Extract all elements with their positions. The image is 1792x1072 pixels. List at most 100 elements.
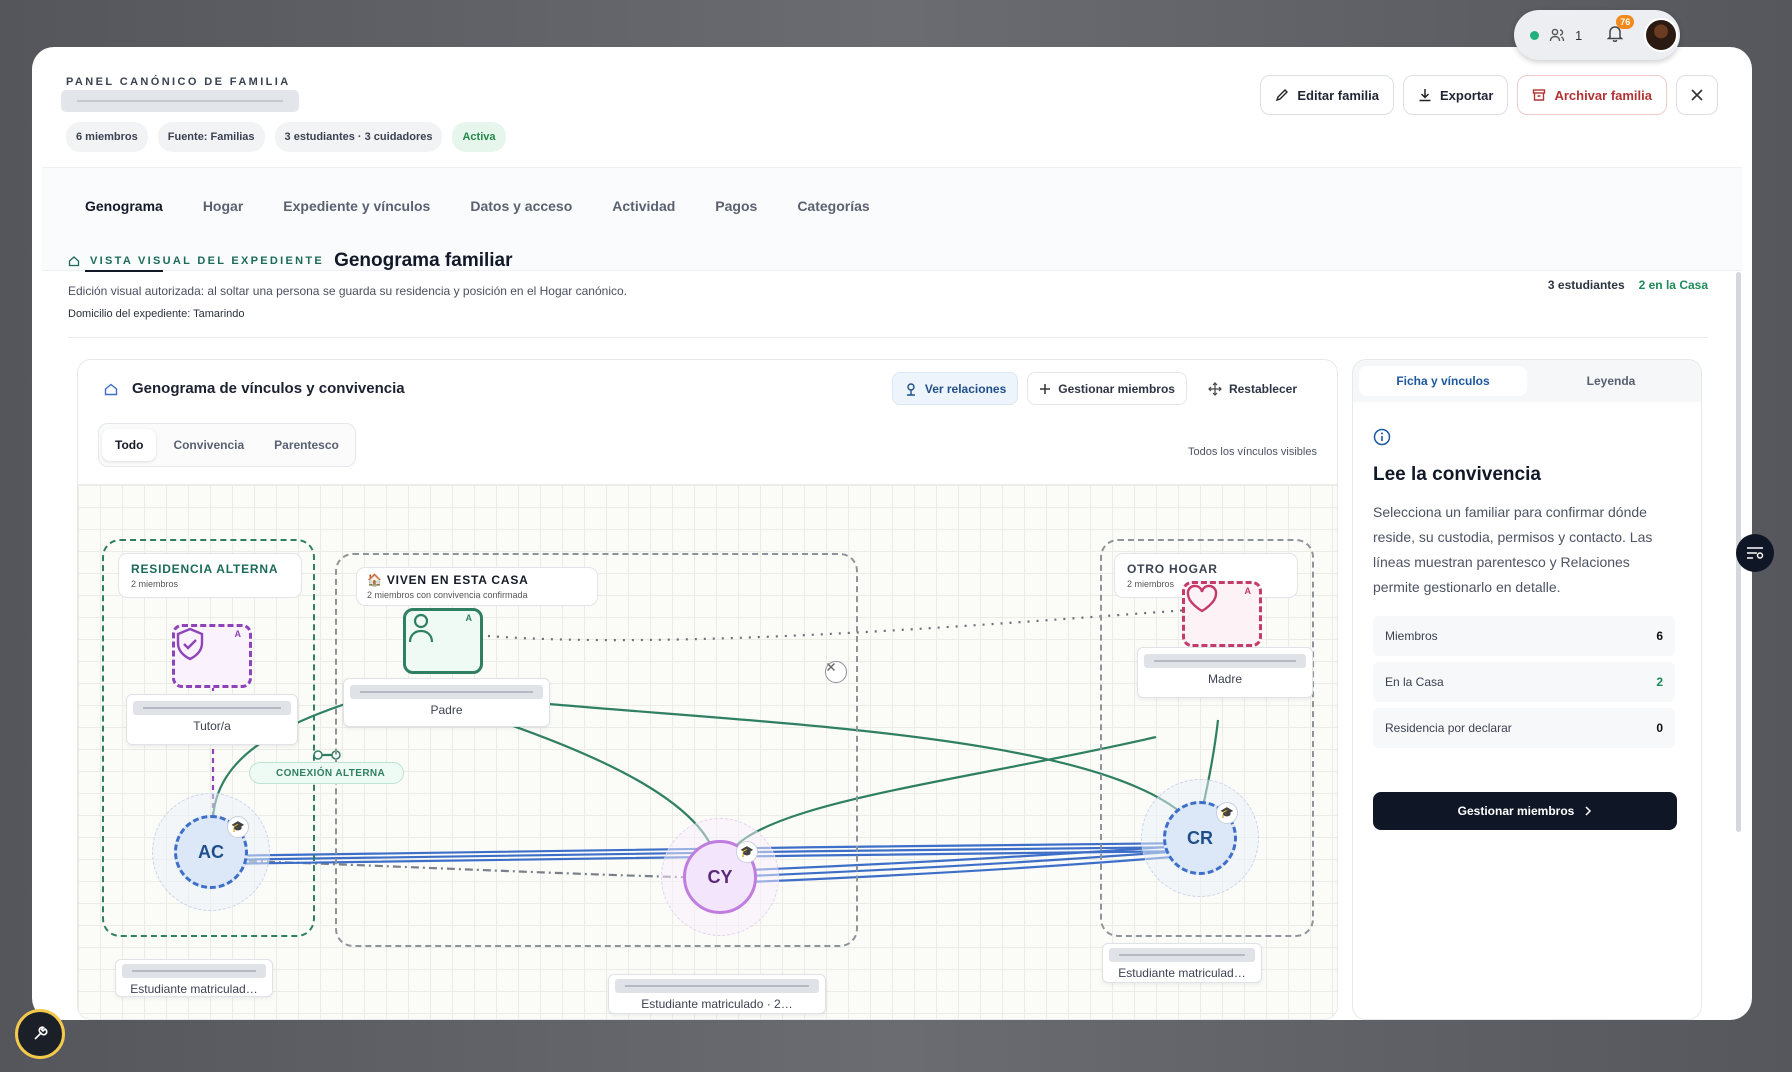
tools-button[interactable] (15, 1009, 65, 1059)
ac-label: Estudiante matriculad… (130, 982, 258, 996)
stat-row-home: En la Casa 2 (1373, 662, 1675, 702)
padre-card[interactable]: Padre (343, 678, 550, 727)
pencil-icon (1276, 89, 1289, 102)
home-stat: 2 en la Casa (1638, 278, 1708, 292)
filter-segmented: Todo Convivencia Parentesco (98, 423, 356, 467)
side-title: Lee la convivencia (1373, 464, 1541, 485)
download-icon (1419, 89, 1431, 102)
tutor-node[interactable]: A (172, 624, 252, 688)
side-text: Selecciona un familiar para confirmar dó… (1373, 504, 1653, 595)
chip-source: Fuente: Familias (157, 122, 265, 152)
heart-icon (1186, 584, 1218, 613)
tab-categorias[interactable]: Categorías (797, 168, 869, 272)
filter-parentesco[interactable]: Parentesco (261, 429, 352, 461)
redacted-name (133, 701, 291, 715)
chip-students: 3 estudiantes · 3 cuidadores (274, 122, 443, 152)
notifications-button[interactable]: 76 (1606, 14, 1635, 47)
archive-icon (1533, 89, 1546, 101)
other-title: OTRO HOGAR (1127, 562, 1218, 576)
cr-initials: CR (1187, 827, 1213, 848)
chip-members: 6 miembros (66, 122, 148, 152)
stat-label: Miembros (1385, 629, 1438, 643)
ac-node[interactable]: AC 🎓 (174, 815, 249, 889)
alt-title: RESIDENCIA ALTERNA (131, 562, 279, 576)
stat-row-undeclared: Residencia por declarar 0 (1373, 708, 1675, 748)
filter-list-icon (1747, 547, 1764, 559)
stat-value: 2 (1656, 675, 1663, 689)
filter-todo[interactable]: Todo (102, 429, 157, 461)
cr-card[interactable]: Estudiante matriculad… (1102, 943, 1262, 983)
madre-card[interactable]: Madre (1137, 647, 1313, 698)
padre-node[interactable]: A (403, 608, 483, 674)
chevron-right-icon (1585, 806, 1592, 816)
genogram-panel: Genograma de vínculos y convivencia Ver … (77, 359, 1338, 1020)
notification-badge: 76 (1616, 14, 1635, 29)
genogram-canvas[interactable]: RESIDENCIA ALTERNA 2 miembros 🏠 VIVEN EN… (78, 484, 1337, 1019)
redacted-name (350, 685, 543, 699)
section-title: Genograma familiar (334, 250, 513, 271)
export-button[interactable]: Exportar (1402, 75, 1509, 115)
group-label-alt: RESIDENCIA ALTERNA 2 miembros (118, 553, 302, 598)
side-drawer-button[interactable] (1736, 534, 1774, 572)
alt-count: 2 miembros (131, 579, 179, 589)
cy-node[interactable]: CY 🎓 (683, 840, 758, 914)
connector-dot (313, 750, 323, 760)
plus-icon (1040, 383, 1051, 394)
archive-family-button[interactable]: Archivar familia (1517, 75, 1667, 115)
madre-node[interactable]: A (1182, 581, 1262, 647)
cr-node[interactable]: CR 🎓 (1163, 801, 1238, 875)
section-domicile: Domicilio del expediente: Tamarindo (68, 308, 245, 320)
stat-value: 0 (1656, 721, 1663, 735)
chips: 6 miembros Fuente: Familias 3 estudiante… (66, 122, 506, 152)
ac-card[interactable]: Estudiante matriculad… (115, 959, 273, 997)
genogram-title: Genograma de vínculos y convivencia (132, 380, 405, 397)
home-title: 🏠 VIVEN EN ESTA CASA (367, 573, 529, 587)
tab-ficha[interactable]: Ficha y vínculos (1359, 366, 1527, 396)
family-panel: PANEL CANÓNICO DE FAMILIA 6 miembros Fue… (32, 47, 1752, 1020)
status-bar: 1 76 (1514, 10, 1680, 60)
manage-members-primary-button[interactable]: Gestionar miembros (1373, 792, 1677, 830)
shield-icon (176, 627, 204, 661)
remove-icon[interactable] (825, 661, 847, 683)
edit-family-label: Editar familia (1297, 87, 1379, 103)
divider (68, 337, 1708, 338)
view-relations-button[interactable]: Ver relaciones (891, 372, 1019, 405)
cy-initials: CY (707, 866, 733, 887)
group-label-home: 🏠 VIVEN EN ESTA CASA 2 miembros con conv… (356, 567, 598, 606)
stat-label: Residencia por declarar (1385, 721, 1512, 735)
manage-members-label: Gestionar miembros (1058, 381, 1175, 396)
close-button[interactable] (1676, 75, 1718, 115)
students-stat: 3 estudiantes (1547, 278, 1625, 292)
home-count: 2 miembros con convivencia confirmada (367, 590, 528, 600)
cy-card[interactable]: Estudiante matriculado · 2… (608, 974, 826, 1014)
avatar[interactable] (1644, 18, 1679, 52)
home-icon (68, 256, 80, 267)
move-icon (1208, 381, 1222, 396)
user-pin-icon (906, 382, 915, 396)
tutor-card[interactable]: Tutor/a (126, 694, 298, 745)
online-dot (1530, 30, 1539, 40)
tab-pagos[interactable]: Pagos (715, 168, 757, 272)
redacted-name (1109, 948, 1255, 962)
filter-convivencia[interactable]: Convivencia (160, 429, 257, 461)
manage-members-button[interactable]: Gestionar miembros (1027, 372, 1187, 405)
graduation-cap-icon: 🎓 (1216, 802, 1238, 824)
status-badge: Activa (452, 122, 506, 152)
reset-label: Restablecer (1228, 381, 1297, 396)
export-label: Exportar (1439, 87, 1494, 103)
reset-button[interactable]: Restablecer (1195, 372, 1309, 405)
node-badge: A (465, 613, 473, 623)
redacted-name (1144, 654, 1306, 668)
redacted-name (122, 964, 266, 978)
graduation-cap-icon: 🎓 (736, 841, 758, 863)
online-count: 1 (1575, 27, 1583, 43)
tab-actividad[interactable]: Actividad (612, 168, 675, 272)
visible-note: Todos los vínculos visibles (1187, 446, 1317, 458)
cr-label: Estudiante matriculad… (1118, 966, 1246, 980)
stat-row-members: Miembros 6 (1373, 616, 1675, 656)
users-icon[interactable] (1549, 27, 1565, 43)
edit-family-button[interactable]: Editar familia (1260, 75, 1394, 115)
panel-eyebrow: PANEL CANÓNICO DE FAMILIA (66, 76, 291, 88)
tab-leyenda[interactable]: Leyenda (1527, 366, 1695, 396)
tutor-label: Tutor/a (193, 719, 231, 733)
